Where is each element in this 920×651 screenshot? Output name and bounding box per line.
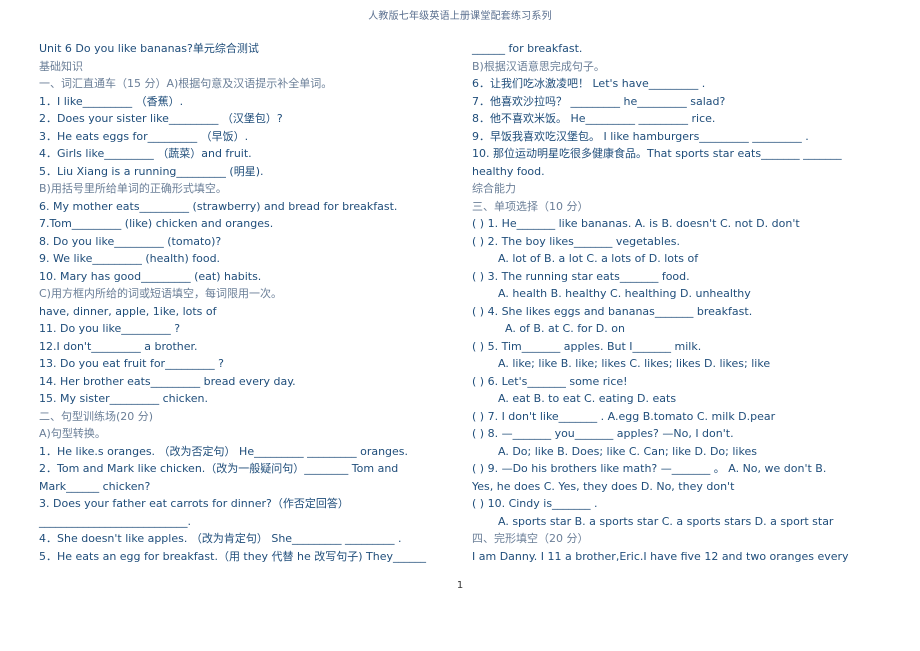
answer-options: A. lot of B. a lot C. a lots of D. lots …	[498, 252, 699, 265]
question-line: 9. We like_________ (health) food.	[39, 252, 221, 265]
section-heading: 二、句型训练场(20 分)	[39, 409, 154, 423]
answer-options: A. health B. healthy C. healthing D. unh…	[498, 287, 751, 300]
question-line: ( ) 7. I don't like_______ . A.egg B.tom…	[472, 409, 776, 423]
question-line: healthy food.	[472, 164, 545, 178]
question-line: Mark______ chicken?	[39, 479, 151, 493]
question-line: 7.Tom_________ (like) chicken and orange…	[39, 217, 274, 230]
section-heading: B)用括号里所给单词的正确形式填空。	[39, 182, 227, 195]
answer-options: A. sports star B. a sports star C. a spo…	[498, 514, 834, 528]
question-line: I am Danny. I 11 a brother,Eric.I have f…	[472, 549, 849, 563]
question-line: 7．他喜欢沙拉吗？ _________ he_________ salad?	[472, 94, 726, 108]
right-column: ______ for breakfast. B)根据汉语意思完成句子。 6．让我们吃…	[472, 40, 882, 565]
question-line: 4．She doesn't like apples. （改为肯定句） She__…	[39, 532, 402, 545]
answer-options: A. eat B. to eat C. eating D. eats	[498, 392, 677, 405]
question-line: 1．He like.s oranges. （改为否定句） He_________…	[39, 444, 409, 458]
section-heading: A)句型转换。	[39, 427, 106, 440]
question-line: ( ) 8. —_______ you_______ apples? —No, …	[472, 427, 734, 440]
question-line: ( ) 5. Tim_______ apples. But I_______ m…	[472, 339, 702, 353]
question-line: have, dinner, apple, 1ike, lots of	[39, 304, 217, 318]
question-line: 2．Does your sister like_________ （汉堡包）?	[39, 112, 283, 125]
section-heading: 综合能力	[472, 182, 516, 195]
section-heading: B)根据汉语意思完成句子。	[472, 59, 605, 73]
question-line: ( ) 3. The running star eats_______ food…	[472, 269, 690, 283]
question-line: 6．让我们吃冰激凌吧！ Let's have_________ .	[472, 77, 706, 90]
question-line: 3．He eats eggs for_________ （早饭）.	[39, 129, 249, 143]
question-line: 8. Do you like_________ (tomato)?	[39, 234, 222, 248]
question-line: 6. My mother eats_________ (strawberry) …	[39, 199, 398, 213]
question-line: 3. Does your father eat carrots for dinn…	[39, 497, 349, 510]
document-title: Unit 6 Do you like bananas?单元综合测试	[39, 42, 259, 55]
question-line: 4．Girls like_________ （蔬菜）and fruit.	[39, 147, 252, 160]
question-line: ___________________________.	[39, 514, 191, 528]
question-line: ( ) 6. Let's_______ some rice!	[472, 374, 628, 388]
question-line: ______ for breakfast.	[472, 42, 583, 55]
question-line: Yes, he does C. Yes, they does D. No, th…	[472, 479, 735, 493]
answer-options: A. Do; like B. Does; like C. Can; like D…	[498, 444, 757, 458]
question-line: 13. Do you eat fruit for_________ ?	[39, 357, 224, 370]
section-heading: C)用方框内所给的词或短语填空，每词限用一次。	[39, 287, 282, 300]
question-line: 12.I don't_________ a brother.	[39, 339, 198, 353]
question-line: 15. My sister_________ chicken.	[39, 392, 208, 405]
answer-options: A. of B. at C. for D. on	[505, 322, 625, 335]
question-line: ( ) 4. She likes eggs and bananas_______…	[472, 304, 753, 318]
page-header: 人教版七年级英语上册课堂配套练习系列	[368, 11, 552, 22]
question-line: 5．Liu Xiang is a running_________ (明星).	[39, 164, 264, 178]
page-number: 1	[456, 580, 464, 591]
question-line: 11. Do you like_________ ?	[39, 322, 181, 335]
section-heading: 四、完形填空（20 分）	[472, 532, 589, 545]
question-line: ( ) 1. He_______ like bananas. A. is B. …	[472, 217, 800, 230]
question-line: ( ) 9. —Do his brothers like math? —____…	[472, 462, 827, 475]
question-line: 8．他不喜欢米饭。 He_________ _________ rice.	[472, 112, 716, 125]
question-line: 5．He eats an egg for breakfast.（用 they 代…	[39, 549, 426, 563]
question-line: 9．早饭我喜欢吃汉堡包。 I like hamburgers_________ …	[472, 129, 809, 143]
question-line: 1．I like_________ （香蕉）.	[39, 94, 184, 108]
question-line: 14. Her brother eats_________ bread ever…	[39, 374, 296, 388]
question-line: 10. 那位运动明星吃很多健康食品。That sports star eats_…	[472, 147, 842, 160]
question-line: ( ) 2. The boy likes_______ vegetables.	[472, 234, 680, 248]
section-heading: 三、单项选择（10 分）	[472, 199, 589, 213]
question-line: ( ) 10. Cindy is_______ .	[472, 497, 598, 510]
section-heading: 基础知识	[39, 59, 83, 73]
question-line: 2．Tom and Mark like chicken.（改为一般疑问句）___…	[39, 462, 399, 475]
answer-options: A. like; like B. like; likes C. likes; l…	[498, 357, 771, 370]
section-heading: 一、词汇直通车（15 分）A)根据句意及汉语提示补全单词。	[39, 77, 333, 90]
question-line: 10. Mary has good_________ (eat) habits.	[39, 269, 262, 283]
left-column: Unit 6 Do you like bananas?单元综合测试 基础知识一、词…	[39, 40, 439, 565]
